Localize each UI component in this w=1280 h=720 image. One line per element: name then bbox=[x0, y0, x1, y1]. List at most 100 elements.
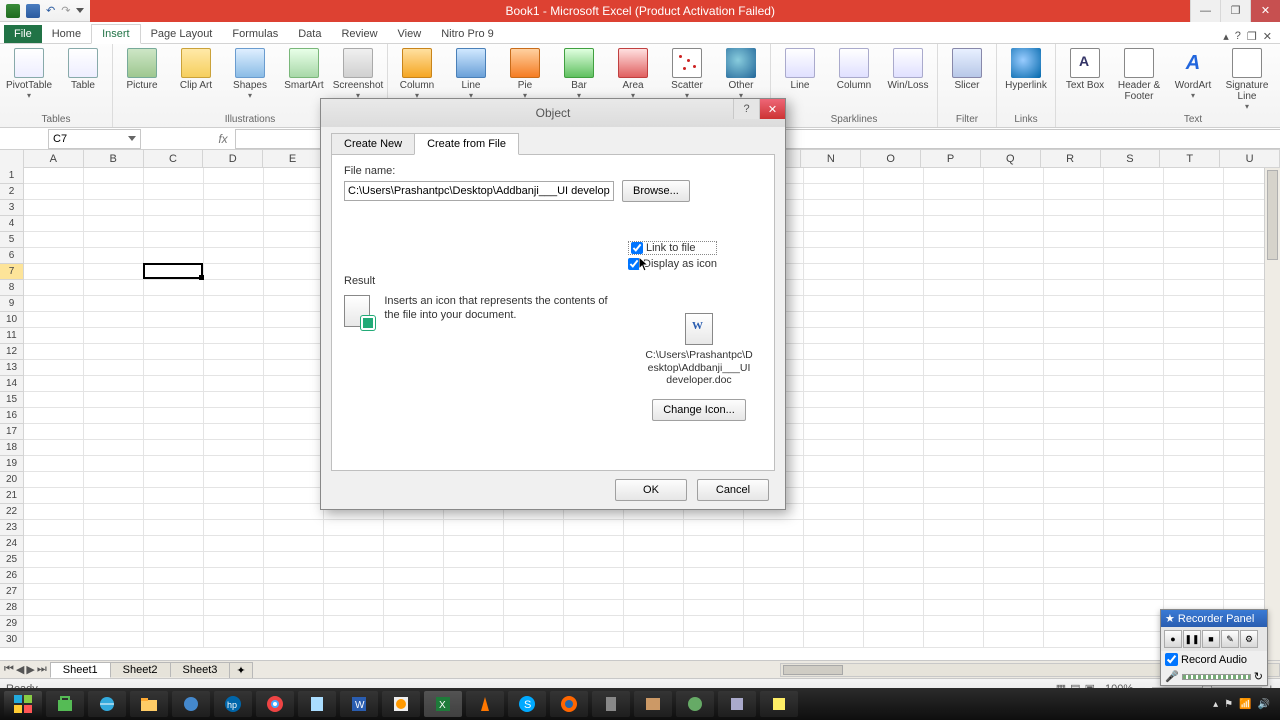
sheet-tab-1[interactable]: Sheet1 bbox=[50, 662, 111, 678]
sparkline-column-button[interactable]: Column bbox=[831, 46, 877, 91]
cancel-button[interactable]: Cancel bbox=[697, 479, 769, 501]
tab-formulas[interactable]: Formulas bbox=[222, 25, 288, 43]
rec-record-button[interactable]: ● bbox=[1164, 630, 1182, 648]
task-notepad-icon[interactable] bbox=[298, 691, 336, 717]
rec-settings-button[interactable]: ⚙ bbox=[1240, 630, 1258, 648]
row-header-6[interactable]: 6 bbox=[0, 248, 24, 264]
sheet-tab-2[interactable]: Sheet2 bbox=[110, 662, 171, 677]
chart-area-button[interactable]: Area▾ bbox=[610, 46, 656, 100]
recorder-panel[interactable]: ★Recorder Panel ● ❚❚ ■ ✎ ⚙ Record Audio … bbox=[1160, 609, 1268, 686]
row-header-22[interactable]: 22 bbox=[0, 504, 24, 520]
row-header-26[interactable]: 26 bbox=[0, 568, 24, 584]
audio-level-slider[interactable] bbox=[1182, 674, 1251, 680]
column-header-C[interactable]: C bbox=[144, 150, 204, 167]
row-header-4[interactable]: 4 bbox=[0, 216, 24, 232]
row-header-3[interactable]: 3 bbox=[0, 200, 24, 216]
file-name-input[interactable] bbox=[344, 181, 614, 201]
rec-pause-button[interactable]: ❚❚ bbox=[1183, 630, 1201, 648]
fx-icon[interactable]: fx bbox=[211, 132, 235, 146]
task-generic-1-icon[interactable] bbox=[634, 691, 672, 717]
row-header-24[interactable]: 24 bbox=[0, 536, 24, 552]
record-audio-checkbox[interactable]: Record Audio bbox=[1161, 651, 1267, 668]
signature-line-button[interactable]: Signature Line▾ bbox=[1224, 46, 1270, 111]
undo-icon[interactable]: ↶ bbox=[46, 4, 55, 17]
row-header-27[interactable]: 27 bbox=[0, 584, 24, 600]
column-header-E[interactable]: E bbox=[263, 150, 323, 167]
tray-up-icon[interactable]: ▴ bbox=[1213, 699, 1218, 710]
sparkline-winloss-button[interactable]: Win/Loss bbox=[885, 46, 931, 91]
active-cell[interactable] bbox=[143, 263, 203, 279]
task-generic-3-icon[interactable] bbox=[718, 691, 756, 717]
row-header-17[interactable]: 17 bbox=[0, 424, 24, 440]
new-sheet-button[interactable]: ✦ bbox=[229, 662, 252, 678]
row-header-19[interactable]: 19 bbox=[0, 456, 24, 472]
row-header-11[interactable]: 11 bbox=[0, 328, 24, 344]
help-icon[interactable]: ? bbox=[1235, 30, 1241, 43]
row-header-12[interactable]: 12 bbox=[0, 344, 24, 360]
row-header-15[interactable]: 15 bbox=[0, 392, 24, 408]
wordart-button[interactable]: AWordArt▾ bbox=[1170, 46, 1216, 100]
task-generic-2-icon[interactable] bbox=[676, 691, 714, 717]
pivottable-button[interactable]: PivotTable▾ bbox=[6, 46, 52, 100]
task-vlc-icon[interactable] bbox=[466, 691, 504, 717]
save-icon[interactable] bbox=[26, 4, 40, 18]
task-paint-icon[interactable] bbox=[382, 691, 420, 717]
redo-icon[interactable]: ↷ bbox=[61, 4, 70, 17]
column-header-U[interactable]: U bbox=[1220, 150, 1280, 167]
name-box-dropdown-icon[interactable] bbox=[128, 136, 136, 141]
ok-button[interactable]: OK bbox=[615, 479, 687, 501]
change-icon-button[interactable]: Change Icon... bbox=[652, 399, 746, 421]
task-app-icon[interactable] bbox=[172, 691, 210, 717]
hyperlink-button[interactable]: Hyperlink bbox=[1003, 46, 1049, 91]
column-header-P[interactable]: P bbox=[921, 150, 981, 167]
tab-view[interactable]: View bbox=[388, 25, 432, 43]
chart-pie-button[interactable]: Pie▾ bbox=[502, 46, 548, 100]
dialog-close-button[interactable]: ✕ bbox=[759, 99, 785, 119]
row-header-1[interactable]: 1 bbox=[0, 168, 24, 184]
qat-customize-icon[interactable] bbox=[76, 8, 84, 13]
chart-bar-button[interactable]: Bar▾ bbox=[556, 46, 602, 100]
row-header-8[interactable]: 8 bbox=[0, 280, 24, 296]
browse-button[interactable]: Browse... bbox=[622, 180, 690, 202]
row-header-2[interactable]: 2 bbox=[0, 184, 24, 200]
close-button[interactable]: ✕ bbox=[1250, 0, 1280, 22]
row-header-14[interactable]: 14 bbox=[0, 376, 24, 392]
picture-button[interactable]: Picture bbox=[119, 46, 165, 91]
sheet-nav[interactable]: ⏮◀▶⏭ bbox=[0, 663, 51, 676]
table-button[interactable]: Table bbox=[60, 46, 106, 91]
task-explorer-icon[interactable] bbox=[130, 691, 168, 717]
tray-volume-icon[interactable]: 🔊 bbox=[1258, 699, 1270, 710]
row-header-25[interactable]: 25 bbox=[0, 552, 24, 568]
clipart-button[interactable]: Clip Art bbox=[173, 46, 219, 91]
row-header-28[interactable]: 28 bbox=[0, 600, 24, 616]
task-ie-icon[interactable] bbox=[88, 691, 126, 717]
header-footer-button[interactable]: Header & Footer bbox=[1116, 46, 1162, 102]
doc-restore-icon[interactable]: ❐ bbox=[1247, 30, 1257, 43]
slicer-button[interactable]: Slicer bbox=[944, 46, 990, 91]
task-hp-icon[interactable]: hp bbox=[214, 691, 252, 717]
task-skype-icon[interactable]: S bbox=[508, 691, 546, 717]
tab-create-from-file[interactable]: Create from File bbox=[414, 133, 519, 155]
audio-refresh-icon[interactable]: ↻ bbox=[1254, 670, 1263, 683]
column-header-O[interactable]: O bbox=[861, 150, 921, 167]
row-header-29[interactable]: 29 bbox=[0, 616, 24, 632]
doc-close-icon[interactable]: ✕ bbox=[1263, 30, 1272, 43]
task-firefox-icon[interactable] bbox=[550, 691, 588, 717]
restore-button[interactable]: ❐ bbox=[1220, 0, 1250, 22]
start-button[interactable] bbox=[4, 691, 42, 717]
name-box[interactable]: C7 bbox=[48, 129, 141, 149]
row-header-10[interactable]: 10 bbox=[0, 312, 24, 328]
column-header-D[interactable]: D bbox=[203, 150, 263, 167]
system-tray[interactable]: ▴ ⚑ 📶 🔊 bbox=[1213, 699, 1276, 710]
task-calc-icon[interactable] bbox=[592, 691, 630, 717]
row-header-21[interactable]: 21 bbox=[0, 488, 24, 504]
chart-column-button[interactable]: Column▾ bbox=[394, 46, 440, 100]
row-header-30[interactable]: 30 bbox=[0, 632, 24, 648]
row-header-5[interactable]: 5 bbox=[0, 232, 24, 248]
vertical-scrollbar[interactable] bbox=[1264, 168, 1280, 660]
link-to-file-checkbox[interactable]: Link to file bbox=[628, 241, 717, 255]
tab-page-layout[interactable]: Page Layout bbox=[141, 25, 223, 43]
row-header-20[interactable]: 20 bbox=[0, 472, 24, 488]
row-header-13[interactable]: 13 bbox=[0, 360, 24, 376]
row-header-9[interactable]: 9 bbox=[0, 296, 24, 312]
